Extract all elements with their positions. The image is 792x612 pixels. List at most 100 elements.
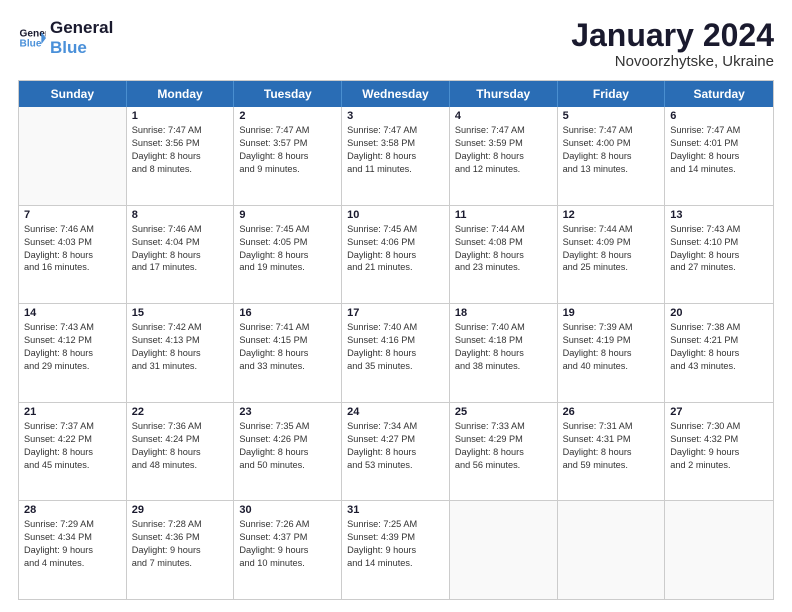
calendar-header-cell: Thursday: [450, 81, 558, 107]
day-number: 20: [670, 307, 768, 319]
main-title: January 2024: [571, 18, 774, 53]
cell-line: Sunset: 4:26 PM: [239, 433, 336, 446]
calendar-cell: 12Sunrise: 7:44 AMSunset: 4:09 PMDayligh…: [558, 206, 666, 304]
cell-line: and 19 minutes.: [239, 261, 336, 274]
cell-line: Sunset: 4:36 PM: [132, 531, 229, 544]
page: General Blue General Blue January 2024 N…: [0, 0, 792, 612]
cell-line: Sunrise: 7:44 AM: [563, 223, 660, 236]
calendar-cell: 9Sunrise: 7:45 AMSunset: 4:05 PMDaylight…: [234, 206, 342, 304]
calendar-cell: 27Sunrise: 7:30 AMSunset: 4:32 PMDayligh…: [665, 403, 773, 501]
cell-line: Sunrise: 7:47 AM: [670, 124, 768, 137]
cell-line: Daylight: 8 hours: [670, 150, 768, 163]
cell-line: Sunset: 4:13 PM: [132, 334, 229, 347]
day-number: 10: [347, 209, 444, 221]
cell-line: and 59 minutes.: [563, 459, 660, 472]
calendar: SundayMondayTuesdayWednesdayThursdayFrid…: [18, 80, 774, 600]
day-number: 6: [670, 110, 768, 122]
cell-line: and 35 minutes.: [347, 360, 444, 373]
day-number: 7: [24, 209, 121, 221]
cell-line: Sunrise: 7:45 AM: [239, 223, 336, 236]
cell-line: Sunset: 4:01 PM: [670, 137, 768, 150]
svg-text:Blue: Blue: [20, 38, 42, 49]
cell-line: Sunset: 4:19 PM: [563, 334, 660, 347]
cell-line: Sunrise: 7:28 AM: [132, 518, 229, 531]
cell-line: Sunset: 4:39 PM: [347, 531, 444, 544]
cell-line: Sunset: 4:15 PM: [239, 334, 336, 347]
cell-line: Daylight: 9 hours: [670, 446, 768, 459]
cell-line: Sunrise: 7:47 AM: [239, 124, 336, 137]
calendar-cell: 11Sunrise: 7:44 AMSunset: 4:08 PMDayligh…: [450, 206, 558, 304]
cell-line: Sunrise: 7:44 AM: [455, 223, 552, 236]
day-number: 12: [563, 209, 660, 221]
cell-line: Sunset: 4:05 PM: [239, 236, 336, 249]
cell-line: Daylight: 8 hours: [670, 347, 768, 360]
cell-line: Sunset: 4:00 PM: [563, 137, 660, 150]
cell-line: Sunset: 4:27 PM: [347, 433, 444, 446]
day-number: 11: [455, 209, 552, 221]
calendar-row: 7Sunrise: 7:46 AMSunset: 4:03 PMDaylight…: [19, 206, 773, 305]
cell-line: and 31 minutes.: [132, 360, 229, 373]
calendar-cell: 29Sunrise: 7:28 AMSunset: 4:36 PMDayligh…: [127, 501, 235, 599]
calendar-cell: 22Sunrise: 7:36 AMSunset: 4:24 PMDayligh…: [127, 403, 235, 501]
calendar-body: 1Sunrise: 7:47 AMSunset: 3:56 PMDaylight…: [19, 107, 773, 599]
calendar-cell: 18Sunrise: 7:40 AMSunset: 4:18 PMDayligh…: [450, 304, 558, 402]
day-number: 23: [239, 406, 336, 418]
calendar-header-cell: Friday: [558, 81, 666, 107]
day-number: 25: [455, 406, 552, 418]
day-number: 5: [563, 110, 660, 122]
cell-line: and 14 minutes.: [670, 163, 768, 176]
cell-line: Sunrise: 7:47 AM: [563, 124, 660, 137]
cell-line: Sunrise: 7:47 AM: [455, 124, 552, 137]
calendar-cell: 21Sunrise: 7:37 AMSunset: 4:22 PMDayligh…: [19, 403, 127, 501]
cell-line: Daylight: 8 hours: [563, 347, 660, 360]
day-number: 28: [24, 504, 121, 516]
calendar-cell: 6 Sunrise: 7:47 AMSunset: 4:01 PMDaylight…: [665, 107, 773, 205]
cell-line: Sunrise: 7:42 AM: [132, 321, 229, 334]
cell-line: Sunset: 4:24 PM: [132, 433, 229, 446]
cell-line: and 23 minutes.: [455, 261, 552, 274]
calendar-cell: 28Sunrise: 7:29 AMSunset: 4:34 PMDayligh…: [19, 501, 127, 599]
cell-line: Daylight: 8 hours: [24, 249, 121, 262]
cell-line: Sunrise: 7:31 AM: [563, 420, 660, 433]
subtitle: Novoorzhytske, Ukraine: [571, 53, 774, 70]
calendar-cell: 2Sunrise: 7:47 AMSunset: 3:57 PMDaylight…: [234, 107, 342, 205]
cell-line: and 48 minutes.: [132, 459, 229, 472]
cell-line: Sunrise: 7:47 AM: [347, 124, 444, 137]
day-number: 24: [347, 406, 444, 418]
cell-line: Sunset: 3:59 PM: [455, 137, 552, 150]
day-number: 17: [347, 307, 444, 319]
cell-line: Sunset: 4:06 PM: [347, 236, 444, 249]
cell-line: Daylight: 8 hours: [455, 150, 552, 163]
calendar-cell: 13Sunrise: 7:43 AMSunset: 4:10 PMDayligh…: [665, 206, 773, 304]
cell-line: Daylight: 8 hours: [347, 446, 444, 459]
cell-line: and 2 minutes.: [670, 459, 768, 472]
logo-line2: Blue: [50, 38, 113, 58]
cell-line: Sunset: 4:34 PM: [24, 531, 121, 544]
cell-line: Sunrise: 7:43 AM: [24, 321, 121, 334]
day-number: 4: [455, 110, 552, 122]
day-number: 18: [455, 307, 552, 319]
cell-line: Daylight: 8 hours: [132, 446, 229, 459]
cell-line: Sunset: 4:18 PM: [455, 334, 552, 347]
cell-line: and 33 minutes.: [239, 360, 336, 373]
cell-line: and 38 minutes.: [455, 360, 552, 373]
calendar-row: 14Sunrise: 7:43 AMSunset: 4:12 PMDayligh…: [19, 304, 773, 403]
cell-line: Sunrise: 7:47 AM: [132, 124, 229, 137]
calendar-header-cell: Tuesday: [234, 81, 342, 107]
day-number: 15: [132, 307, 229, 319]
day-number: 19: [563, 307, 660, 319]
calendar-cell: 14Sunrise: 7:43 AMSunset: 4:12 PMDayligh…: [19, 304, 127, 402]
cell-line: Daylight: 8 hours: [563, 446, 660, 459]
calendar-row: 21Sunrise: 7:37 AMSunset: 4:22 PMDayligh…: [19, 403, 773, 502]
day-number: 14: [24, 307, 121, 319]
day-number: 9: [239, 209, 336, 221]
cell-line: and 43 minutes.: [670, 360, 768, 373]
cell-line: Sunrise: 7:46 AM: [24, 223, 121, 236]
cell-line: and 29 minutes.: [24, 360, 121, 373]
calendar-header-cell: Monday: [127, 81, 235, 107]
day-number: 1: [132, 110, 229, 122]
day-number: 3: [347, 110, 444, 122]
cell-line: and 9 minutes.: [239, 163, 336, 176]
cell-line: and 53 minutes.: [347, 459, 444, 472]
cell-line: Sunset: 4:16 PM: [347, 334, 444, 347]
